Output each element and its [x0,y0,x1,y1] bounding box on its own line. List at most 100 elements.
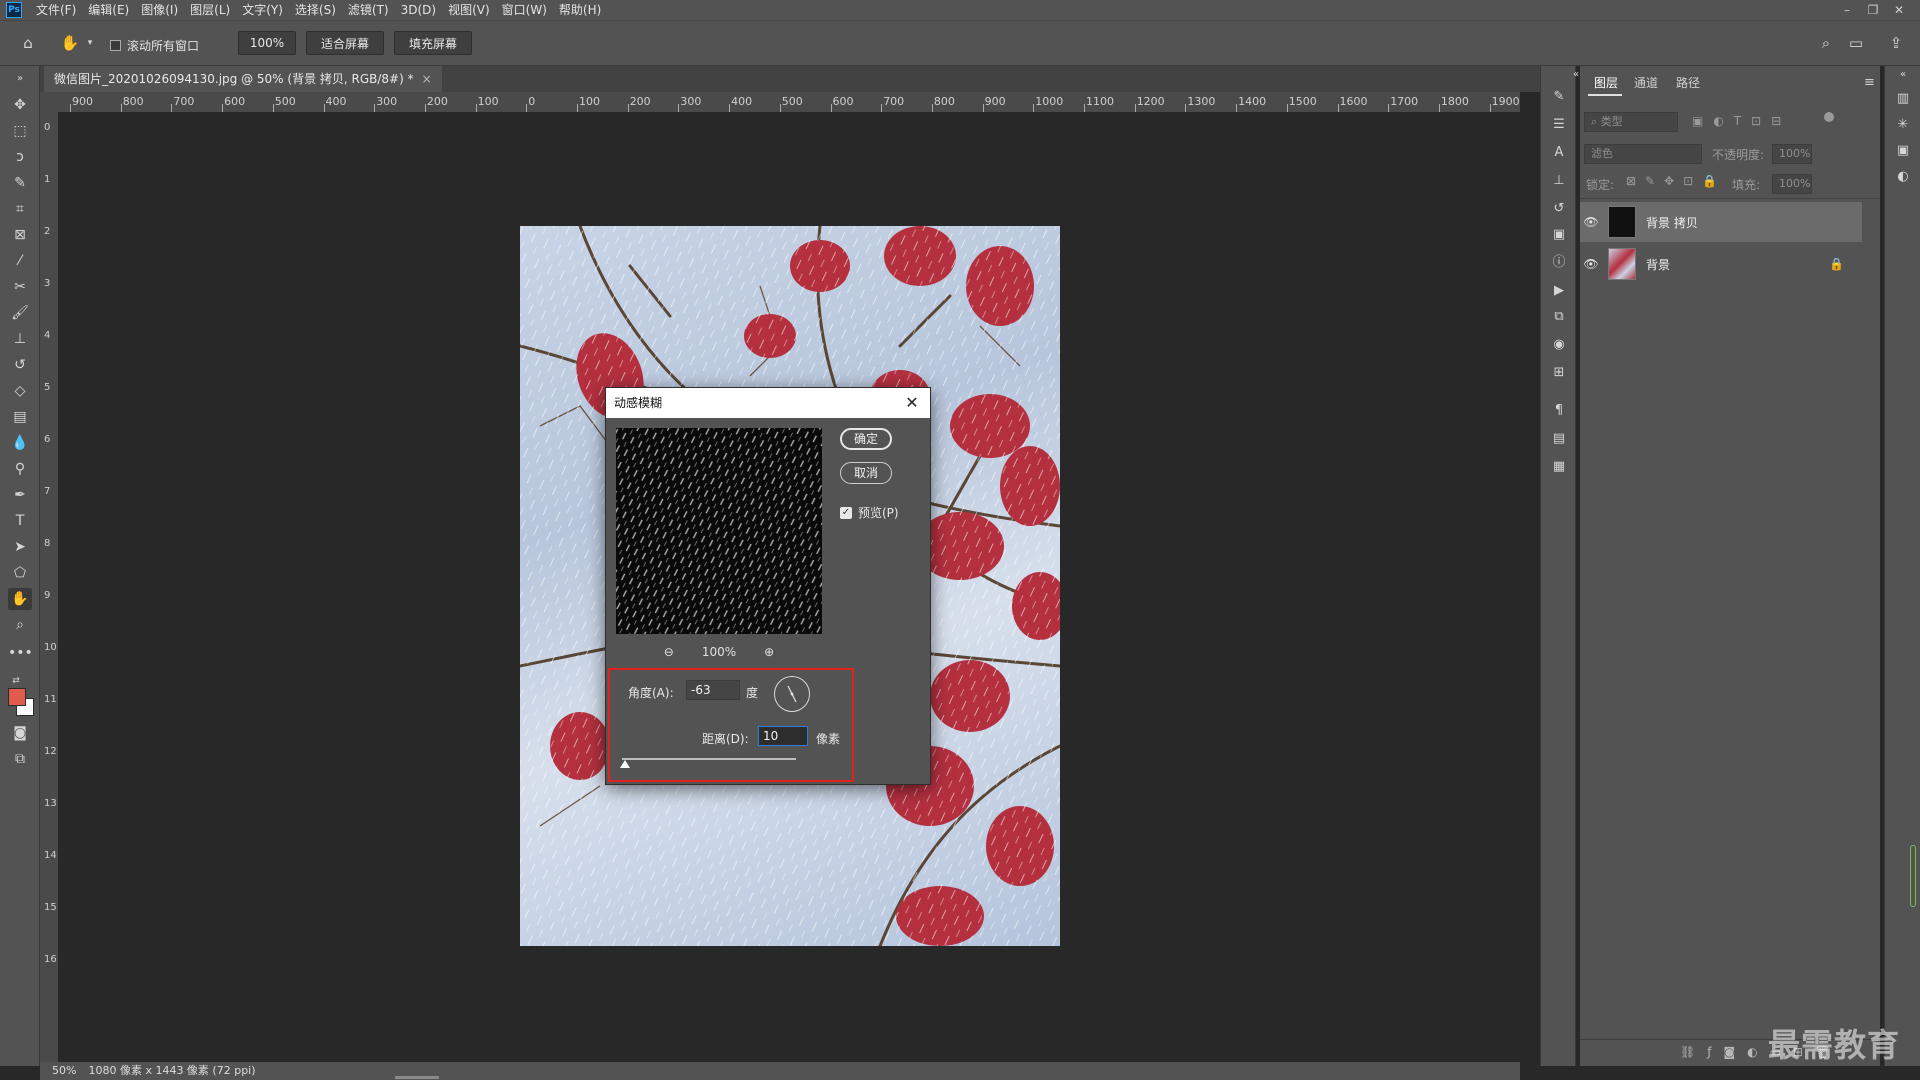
eraser-tool-icon[interactable]: ◇ [8,380,32,402]
shape-tool-icon[interactable]: ⬠ [8,562,32,584]
menu-window[interactable]: 窗口(W) [496,0,553,20]
vertical-scroll-indicator[interactable] [1910,845,1916,907]
distance-input[interactable] [758,726,808,746]
menu-help[interactable]: 帮助(H) [553,0,607,20]
menu-view[interactable]: 视图(V) [442,0,496,20]
panel-menu-icon[interactable]: ≡ [1858,72,1881,94]
tool-presets-icon[interactable]: ▣ [1548,224,1570,246]
angle-dial[interactable] [774,676,810,712]
search-icon[interactable]: ⌕ [1816,33,1836,53]
vertical-ruler[interactable]: 0 1 2 3 4 5 6 7 8 9 10 11 12 13 14 15 16 [40,112,59,1062]
path-select-tool-icon[interactable]: ➤ [8,536,32,558]
paragraph-icon[interactable]: ¶ [1548,400,1570,422]
layer-row[interactable]: 👁 背景 拷贝 [1580,202,1862,242]
preview-checkbox[interactable]: ✓ 预览(P) [840,504,899,521]
color-icon[interactable]: ◉ [1548,334,1570,356]
filter-preview[interactable] [616,428,822,634]
info-icon[interactable]: ⓘ [1548,252,1570,274]
screen-mode-icon[interactable]: ⧉ [8,748,32,770]
workspace-icon[interactable]: ▭ [1846,33,1866,53]
share-icon[interactable]: ⇪ [1886,33,1906,53]
histogram-icon[interactable]: ▥ [1892,88,1914,110]
crop-tool-icon[interactable]: ⌗ [8,198,32,220]
visibility-eye-icon[interactable]: 👁 [1580,257,1602,271]
properties-icon[interactable]: ▤ [1548,428,1570,450]
notes-icon[interactable]: ▦ [1548,456,1570,478]
blur-tool-icon[interactable]: 💧 [8,432,32,454]
zoom-percent-field[interactable]: 100% [238,31,296,55]
swatches-icon[interactable]: ⧉ [1548,306,1570,328]
quick-select-tool-icon[interactable]: ✎ [8,172,32,194]
character-icon[interactable]: A [1548,142,1570,164]
layer-filter-search[interactable]: ⌕ 类型 [1584,112,1678,132]
close-icon[interactable]: ✕ [902,393,922,413]
zoom-tool-icon[interactable]: ⌕ [8,614,32,636]
close-tab-icon[interactable]: × [422,72,432,86]
fill-screen-button[interactable]: 填充屏幕 [394,31,472,55]
dialog-titlebar[interactable]: 动感模糊 ✕ [606,388,930,418]
angle-input[interactable] [686,680,740,700]
move-tool-icon[interactable]: ✥ [8,94,32,116]
navigator-icon[interactable]: ✳ [1892,114,1914,136]
tab-layers[interactable]: 图层 [1588,72,1624,94]
lock-icon[interactable]: 🔒 [1829,257,1844,271]
tab-paths[interactable]: 路径 [1670,72,1706,94]
hand-tool-preset-icon[interactable]: ✋ [60,33,80,53]
collapse-toolbar-icon[interactable]: » [8,68,32,90]
gradient-tool-icon[interactable]: ▤ [8,406,32,428]
checkmark-icon[interactable]: ✓ [840,506,852,519]
libraries-icon[interactable]: ▣ [1892,140,1914,162]
adjustments-icon[interactable]: ☰ [1548,114,1570,136]
more-tools-icon[interactable]: ••• [8,642,33,664]
table-icon[interactable]: ⊞ [1548,362,1570,384]
distance-slider-track[interactable] [622,758,796,760]
adjustments-circle-icon[interactable]: ◐ [1892,166,1914,188]
visibility-eye-icon[interactable]: 👁 [1580,215,1602,229]
ok-button[interactable]: 确定 [840,428,892,450]
close-window-icon[interactable]: ✕ [1886,0,1912,20]
history-brush-tool-icon[interactable]: ↺ [8,354,32,376]
menu-edit[interactable]: 编辑(E) [82,0,135,20]
pen-tool-icon[interactable]: ✒ [8,484,32,506]
clone-stamp-tool-icon[interactable]: ⊥ [8,328,32,350]
clone-source-icon[interactable]: ⊥ [1548,170,1570,192]
status-zoom[interactable]: 50% [40,1062,76,1080]
lasso-tool-icon[interactable]: ↄ [8,146,32,168]
fit-screen-button[interactable]: 适合屏幕 [306,31,384,55]
chevron-down-icon[interactable]: ▾ [80,33,100,53]
actions-play-icon[interactable]: ▶ [1548,280,1570,302]
lock-options-icons[interactable]: ⊠✎✥⊡🔒 [1626,174,1726,188]
layer-filter-icons[interactable]: ▣◐T⊡⊟ [1692,114,1791,128]
horizontal-ruler[interactable]: 900 800 700 600 500 400 300 200 100 0 100 200 300 400… [58,92,1520,113]
menu-file[interactable]: 文件(F) [30,0,82,20]
collapse-secondary-icon[interactable]: « [1892,64,1914,86]
blend-mode-select[interactable]: 滤色 [1584,144,1702,164]
tab-channels[interactable]: 通道 [1628,72,1664,94]
home-icon[interactable]: ⌂ [18,33,38,53]
restore-icon[interactable]: ❐ [1860,0,1886,20]
brush-settings-icon[interactable]: ✎ [1548,86,1570,108]
photoshop-logo-icon[interactable]: Ps [6,2,22,18]
menu-filter[interactable]: 滤镜(T) [342,0,395,20]
scroll-all-checkbox[interactable] [110,40,121,51]
eyedropper-tool-icon[interactable]: ⁄ [8,250,32,272]
document-tab[interactable]: 微信图片_20201026094130.jpg @ 50% (背景 拷贝, RG… [44,66,442,92]
horizontal-scrollbar-thumb[interactable] [395,1076,439,1079]
layer-row[interactable]: 👁 背景 🔒 [1580,244,1862,284]
minimize-icon[interactable]: – [1834,0,1860,20]
cancel-button[interactable]: 取消 [840,462,892,484]
scroll-all-windows-option[interactable]: 滚动所有窗口 [110,37,199,54]
zoom-in-icon[interactable]: ⊕ [764,645,774,659]
status-document-info[interactable]: 1080 像素 x 1443 像素 (72 ppi) [76,1062,255,1080]
brush-tool-icon[interactable]: 🖌 [8,302,32,324]
fill-field[interactable]: 100% [1772,174,1812,194]
zoom-out-icon[interactable]: ⊖ [664,645,674,659]
healing-tool-icon[interactable]: ✂ [8,276,32,298]
menu-layer[interactable]: 图层(L) [184,0,236,20]
opacity-field[interactable]: 100% [1772,144,1812,164]
menu-select[interactable]: 选择(S) [289,0,342,20]
dodge-tool-icon[interactable]: ⚲ [8,458,32,480]
menu-type[interactable]: 文字(Y) [236,0,289,20]
filter-toggle-icon[interactable] [1824,112,1834,122]
history-icon[interactable]: ↺ [1548,198,1570,220]
